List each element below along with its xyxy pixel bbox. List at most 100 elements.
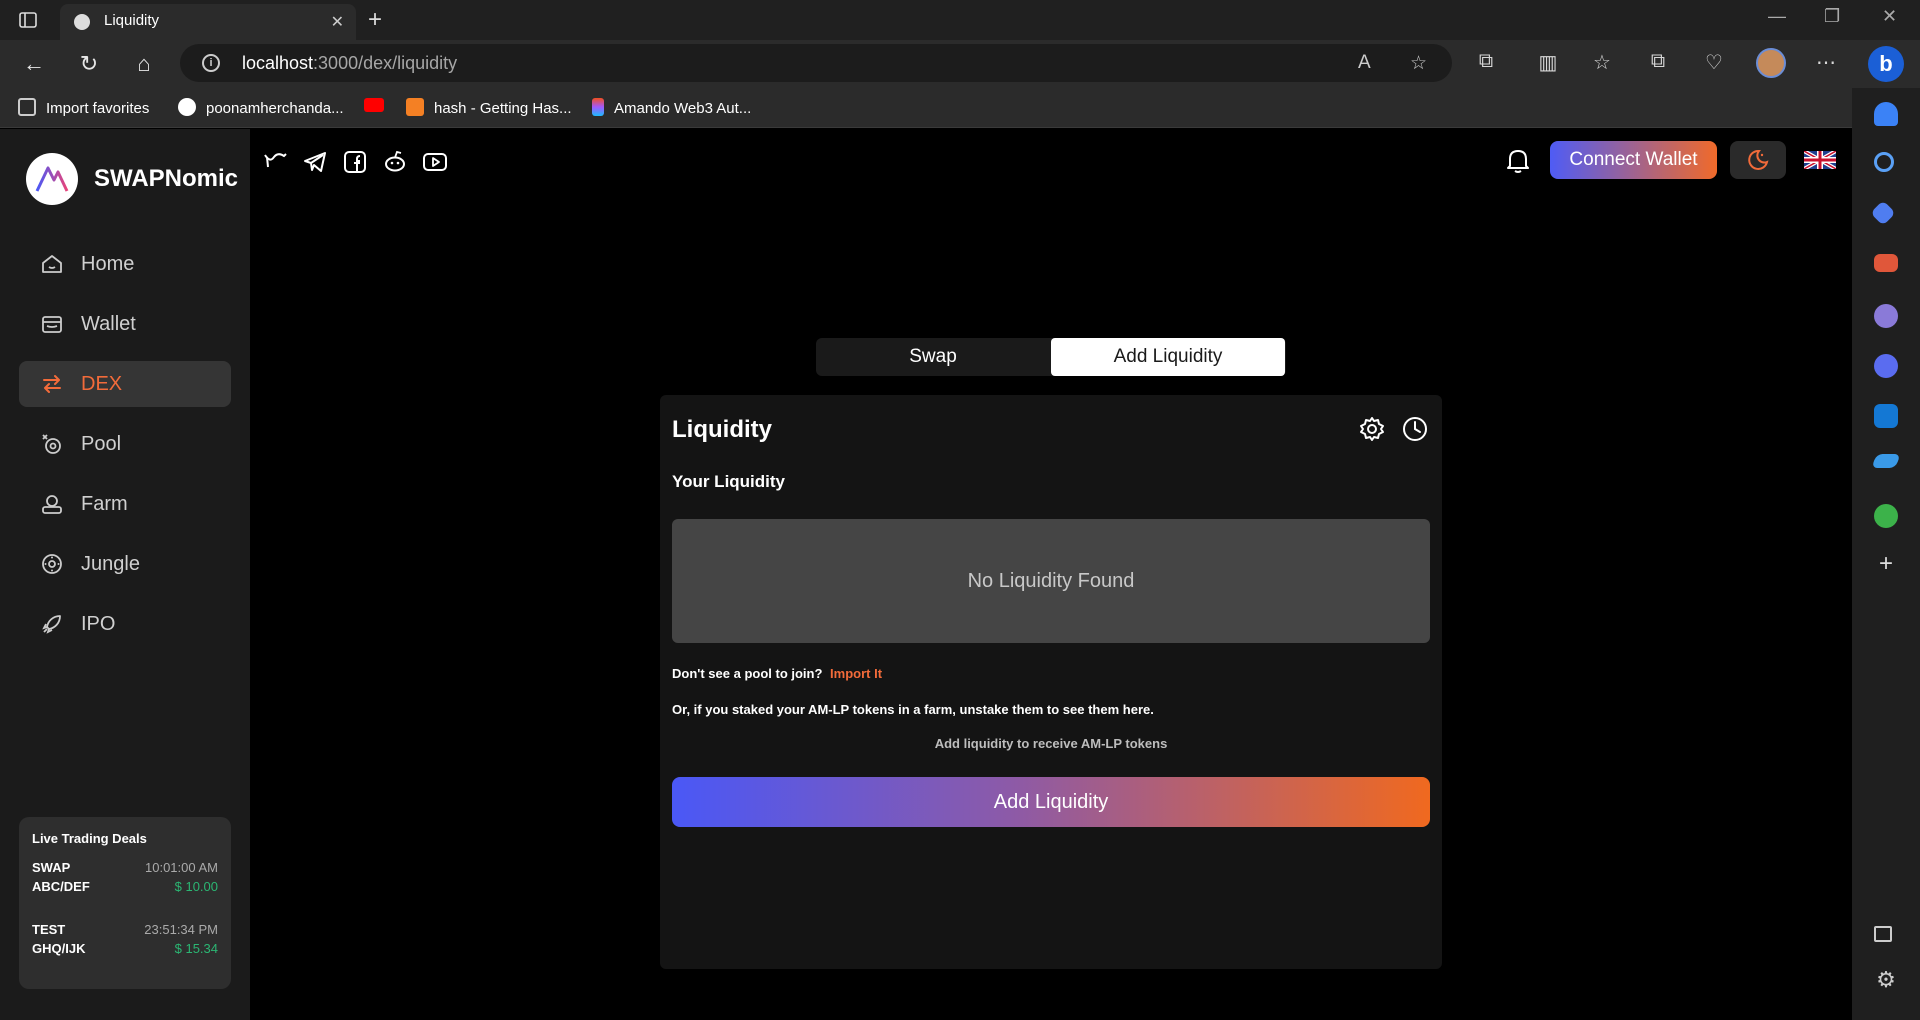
- moon-icon: [1748, 149, 1769, 170]
- nav-label: Pool: [81, 432, 122, 455]
- figma-icon: [592, 98, 604, 116]
- youtube-icon: [364, 98, 384, 112]
- deal-row[interactable]: TEST GHQ/IJK 23:51:34 PM $ 15.34: [32, 920, 218, 958]
- join-question: Don't see a pool to join?: [672, 666, 823, 681]
- brand-name: SWAPNomic: [94, 165, 239, 192]
- nav-item-farm[interactable]: Farm: [19, 481, 231, 527]
- theme-toggle-button[interactable]: [1730, 141, 1786, 179]
- nav-label: DEX: [81, 372, 123, 395]
- read-aloud-icon[interactable]: A: [1358, 52, 1371, 74]
- favorites-icon[interactable]: ☆: [1588, 50, 1616, 75]
- nav-item-jungle[interactable]: Jungle: [19, 541, 231, 587]
- tab-title: Liquidity: [104, 12, 160, 29]
- uk-flag-icon[interactable]: [1804, 151, 1836, 169]
- deal-time: 23:51:34 PM: [144, 922, 218, 937]
- history-clock-icon[interactable]: [1401, 415, 1429, 443]
- reddit-icon[interactable]: [382, 149, 408, 175]
- favorite-github[interactable]: poonamherchanda...: [178, 98, 344, 117]
- tools-icon[interactable]: [1874, 254, 1898, 272]
- add-sidebar-icon[interactable]: +: [1874, 552, 1898, 578]
- microsoft365-icon[interactable]: [1874, 354, 1898, 378]
- twitter-icon[interactable]: [262, 149, 288, 175]
- more-menu-icon[interactable]: ⋯: [1812, 50, 1840, 75]
- deal-row[interactable]: SWAP ABC/DEF 10:01:00 AM $ 10.00: [32, 858, 218, 896]
- youtube-social-icon[interactable]: [422, 149, 448, 175]
- browser-essentials-icon[interactable]: ♡: [1700, 50, 1728, 75]
- profile-avatar[interactable]: [1756, 48, 1786, 78]
- url-text: localhost:3000/dex/liquidity: [242, 53, 458, 73]
- dex-tabs: Swap Add Liquidity: [816, 338, 1286, 376]
- favicon-icon: [74, 14, 90, 30]
- edge-sidebar: + ⚙: [1852, 88, 1920, 1020]
- favorite-star-icon[interactable]: ☆: [1410, 52, 1427, 75]
- github-icon: [178, 98, 196, 116]
- bell-icon[interactable]: [1503, 145, 1533, 175]
- favorite-youtube[interactable]: [364, 98, 394, 115]
- games-icon[interactable]: [1874, 304, 1898, 328]
- jungle-icon: [39, 551, 65, 577]
- brand[interactable]: SWAPNomic: [26, 153, 238, 205]
- copilot-icon[interactable]: b: [1868, 46, 1904, 82]
- tab-swap[interactable]: Swap: [816, 338, 1050, 376]
- refresh-icon[interactable]: ↻: [75, 50, 103, 78]
- notifications-sidebar-icon[interactable]: [1874, 102, 1898, 126]
- swap-arrows-icon: [39, 371, 65, 397]
- liquidity-card: Liquidity Your Liquidity No Liquidity Fo…: [660, 395, 1442, 969]
- deal-name: TEST: [32, 922, 66, 937]
- tab-actions-icon[interactable]: [18, 10, 38, 30]
- connect-wallet-button[interactable]: Connect Wallet: [1550, 141, 1717, 179]
- outlook-icon[interactable]: [1874, 404, 1898, 428]
- your-liquidity-label: Your Liquidity: [672, 472, 786, 491]
- deal-price: $ 10.00: [174, 879, 218, 894]
- shopping-icon[interactable]: [1870, 200, 1896, 226]
- app-sidebar: SWAPNomic Home Wallet DEX Pool Farm Jung…: [0, 129, 250, 1020]
- nav-item-ipo[interactable]: IPO: [19, 601, 231, 647]
- deal-pair: GHQ/IJK: [32, 941, 86, 956]
- minimize-icon[interactable]: —: [1768, 6, 1786, 27]
- browser-tab-bar: Liquidity ✕ + — ❐ ✕: [0, 0, 1920, 40]
- browser-tab[interactable]: Liquidity ✕: [60, 4, 356, 40]
- nav-item-home[interactable]: Home: [19, 241, 231, 287]
- home-browser-icon[interactable]: ⌂: [130, 50, 158, 78]
- split-screen-icon[interactable]: ▥: [1534, 50, 1562, 75]
- social-links: [262, 149, 448, 175]
- sidebar-settings-icon[interactable]: ⚙: [1874, 968, 1898, 992]
- card-title: Liquidity: [672, 416, 772, 443]
- tree-icon[interactable]: [1874, 504, 1898, 528]
- folder-icon: [18, 98, 36, 116]
- site-info-icon[interactable]: i: [202, 54, 220, 72]
- favorite-hash[interactable]: hash - Getting Has...: [406, 98, 572, 117]
- add-liquidity-button[interactable]: Add Liquidity: [672, 777, 1430, 827]
- wallet-icon: [39, 311, 65, 337]
- address-bar[interactable]: i localhost:3000/dex/liquidity A ☆: [180, 44, 1452, 82]
- restore-icon[interactable]: ❐: [1824, 6, 1840, 27]
- collections-icon[interactable]: ⧉: [1644, 50, 1672, 73]
- live-trading-deals: Live Trading Deals SWAP ABC/DEF 10:01:00 …: [19, 817, 231, 989]
- nav-label: Home: [81, 252, 135, 275]
- nav-item-pool[interactable]: Pool: [19, 421, 231, 467]
- hide-sidebar-icon[interactable]: [1874, 926, 1892, 942]
- new-tab-icon[interactable]: +: [368, 6, 382, 34]
- settings-gear-icon[interactable]: [1358, 415, 1386, 443]
- telegram-icon[interactable]: [302, 149, 328, 175]
- favorite-figma[interactable]: Amando Web3 Aut...: [592, 98, 751, 117]
- nav-label: Jungle: [81, 552, 140, 575]
- favorite-import[interactable]: Import favorites: [18, 98, 149, 117]
- search-sidebar-icon[interactable]: [1874, 152, 1894, 172]
- favorites-bar: Import favorites poonamherchanda... hash…: [0, 88, 1920, 128]
- facebook-icon[interactable]: [342, 149, 368, 175]
- send-icon[interactable]: [1871, 454, 1901, 468]
- import-link[interactable]: Import It: [830, 666, 882, 681]
- tab-add-liquidity[interactable]: Add Liquidity: [1051, 338, 1285, 376]
- receive-note: Add liquidity to receive AM-LP tokens: [934, 736, 1168, 751]
- deals-title: Live Trading Deals: [32, 831, 147, 846]
- rocket-icon: [39, 611, 65, 637]
- window-close-icon[interactable]: ✕: [1882, 6, 1897, 27]
- join-prompt: Don't see a pool to join? Import It: [672, 666, 882, 681]
- app-root: SWAPNomic Home Wallet DEX Pool Farm Jung…: [0, 129, 1852, 1020]
- nav-item-dex[interactable]: DEX: [19, 361, 231, 407]
- extensions-icon[interactable]: ⧉: [1472, 50, 1500, 73]
- back-icon[interactable]: ←: [20, 50, 48, 78]
- nav-item-wallet[interactable]: Wallet: [19, 301, 231, 347]
- close-tab-icon[interactable]: ✕: [331, 12, 344, 32]
